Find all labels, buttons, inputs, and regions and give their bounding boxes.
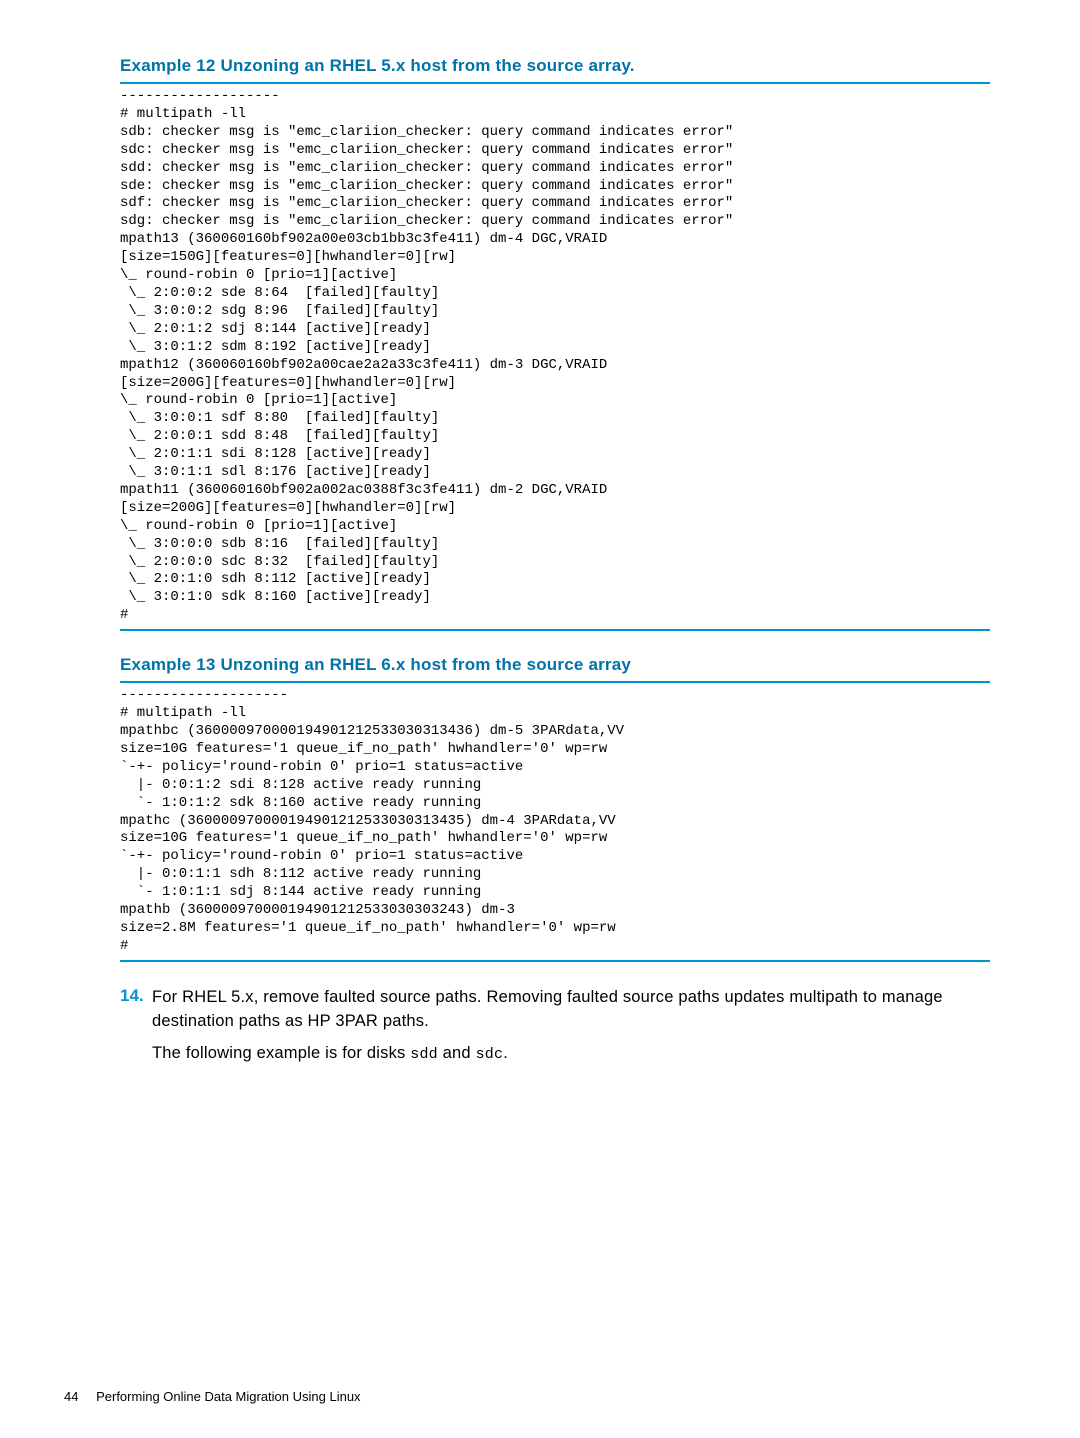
page-footer: 44 Performing Online Data Migration Usin… — [64, 1389, 361, 1404]
example-12-block: Example 12 Unzoning an RHEL 5.x host fro… — [120, 56, 990, 631]
example-13-block: Example 13 Unzoning an RHEL 6.x host fro… — [120, 655, 990, 962]
code-run: sdd — [410, 1046, 438, 1063]
text-run: The following example is for disks — [152, 1044, 410, 1062]
step-number: 14. — [120, 986, 152, 1074]
text-run: and — [438, 1044, 476, 1062]
step-body: For RHEL 5.x, remove faulted source path… — [152, 986, 990, 1074]
step-14-para-1: For RHEL 5.x, remove faulted source path… — [152, 986, 990, 1034]
example-12-heading: Example 12 Unzoning an RHEL 5.x host fro… — [120, 56, 990, 76]
page-number: 44 — [64, 1389, 78, 1404]
step-14: 14. For RHEL 5.x, remove faulted source … — [120, 986, 990, 1074]
example-12-code: ------------------- # multipath -ll sdb:… — [120, 84, 990, 629]
divider — [120, 960, 990, 962]
example-13-code: -------------------- # multipath -ll mpa… — [120, 683, 990, 960]
step-14-para-2: The following example is for disks sdd a… — [152, 1042, 990, 1066]
code-run: sdc — [476, 1046, 504, 1063]
example-13-heading: Example 13 Unzoning an RHEL 6.x host fro… — [120, 655, 990, 675]
text-run: . — [503, 1044, 508, 1062]
footer-title: Performing Online Data Migration Using L… — [96, 1389, 360, 1404]
